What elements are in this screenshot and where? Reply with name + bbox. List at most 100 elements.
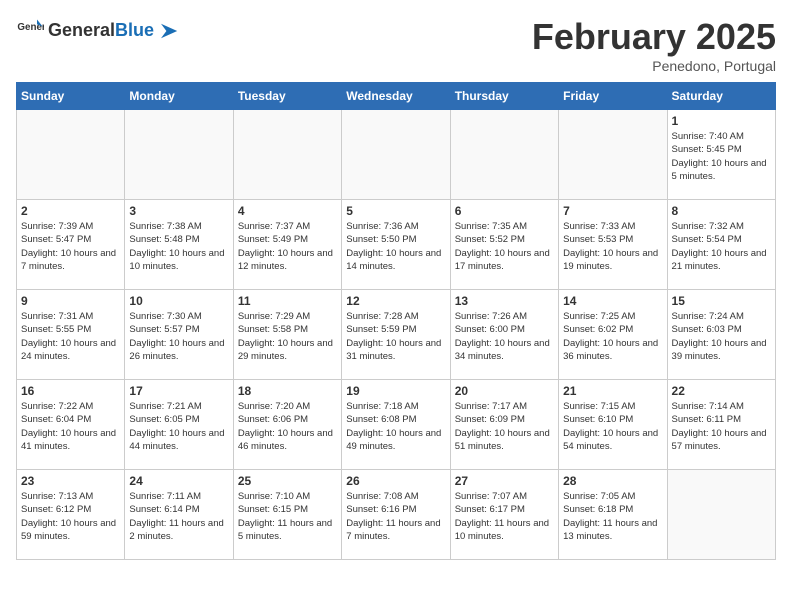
day-info: Sunrise: 7:39 AM Sunset: 5:47 PM Dayligh…	[21, 220, 120, 273]
header-thursday: Thursday	[450, 83, 558, 110]
week-row-4: 23 Sunrise: 7:13 AM Sunset: 6:12 PM Dayli…	[17, 470, 776, 560]
day-cell	[342, 110, 450, 200]
day-cell: 7 Sunrise: 7:33 AM Sunset: 5:53 PM Daylig…	[559, 200, 667, 290]
day-cell	[125, 110, 233, 200]
day-number: 17	[129, 384, 228, 398]
day-info: Sunrise: 7:22 AM Sunset: 6:04 PM Dayligh…	[21, 400, 120, 453]
day-number: 24	[129, 474, 228, 488]
logo-general: General	[48, 20, 115, 40]
day-cell: 22 Sunrise: 7:14 AM Sunset: 6:11 PM Dayli…	[667, 380, 775, 470]
day-cell: 25Sunrise: 7:10 AM Sunset: 6:15 PM Dayli…	[233, 470, 341, 560]
day-number: 28	[563, 474, 662, 488]
day-info: Sunrise: 7:15 AM Sunset: 6:10 PM Dayligh…	[563, 400, 662, 453]
day-number: 4	[238, 204, 337, 218]
day-info: Sunrise: 7:25 AM Sunset: 6:02 PM Dayligh…	[563, 310, 662, 363]
day-cell: 28 Sunrise: 7:05 AM Sunset: 6:18 PM Dayli…	[559, 470, 667, 560]
day-number: 23	[21, 474, 120, 488]
day-info: Sunrise: 7:33 AM Sunset: 5:53 PM Dayligh…	[563, 220, 662, 273]
day-cell: 1 Sunrise: 7:40 AM Sunset: 5:45 PM Daylig…	[667, 110, 775, 200]
day-info: Sunrise: 7:36 AM Sunset: 5:50 PM Dayligh…	[346, 220, 445, 273]
header-row: SundayMondayTuesdayWednesdayThursdayFrid…	[17, 83, 776, 110]
day-cell: 13 Sunrise: 7:26 AM Sunset: 6:00 PM Dayli…	[450, 290, 558, 380]
calendar-subtitle: Penedono, Portugal	[532, 58, 776, 74]
day-cell: 27 Sunrise: 7:07 AM Sunset: 6:17 PM Dayli…	[450, 470, 558, 560]
day-cell: 26Sunrise: 7:08 AM Sunset: 6:16 PM Dayli…	[342, 470, 450, 560]
day-info: Sunrise: 7:18 AM Sunset: 6:08 PM Dayligh…	[346, 400, 445, 453]
day-number: 20	[455, 384, 554, 398]
day-info: Sunrise: 7:07 AM Sunset: 6:17 PM Dayligh…	[455, 490, 554, 543]
logo-icon: General	[16, 16, 44, 44]
day-number: 19	[346, 384, 445, 398]
day-number: 14	[563, 294, 662, 308]
day-info: Sunrise: 7:05 AM Sunset: 6:18 PM Dayligh…	[563, 490, 662, 543]
day-info: Sunrise: 7:29 AM Sunset: 5:58 PM Dayligh…	[238, 310, 337, 363]
day-cell: 2 Sunrise: 7:39 AM Sunset: 5:47 PM Daylig…	[17, 200, 125, 290]
day-info: Sunrise: 7:28 AM Sunset: 5:59 PM Dayligh…	[346, 310, 445, 363]
day-cell: 5Sunrise: 7:36 AM Sunset: 5:50 PM Daylig…	[342, 200, 450, 290]
header-tuesday: Tuesday	[233, 83, 341, 110]
header-saturday: Saturday	[667, 83, 775, 110]
day-number: 3	[129, 204, 228, 218]
day-number: 27	[455, 474, 554, 488]
day-info: Sunrise: 7:31 AM Sunset: 5:55 PM Dayligh…	[21, 310, 120, 363]
logo-arrow-icon	[161, 22, 179, 40]
week-row-1: 2 Sunrise: 7:39 AM Sunset: 5:47 PM Daylig…	[17, 200, 776, 290]
header-wednesday: Wednesday	[342, 83, 450, 110]
day-cell	[559, 110, 667, 200]
day-info: Sunrise: 7:11 AM Sunset: 6:14 PM Dayligh…	[129, 490, 228, 543]
day-number: 18	[238, 384, 337, 398]
day-info: Sunrise: 7:35 AM Sunset: 5:52 PM Dayligh…	[455, 220, 554, 273]
day-info: Sunrise: 7:37 AM Sunset: 5:49 PM Dayligh…	[238, 220, 337, 273]
day-info: Sunrise: 7:26 AM Sunset: 6:00 PM Dayligh…	[455, 310, 554, 363]
day-cell: 20 Sunrise: 7:17 AM Sunset: 6:09 PM Dayli…	[450, 380, 558, 470]
day-info: Sunrise: 7:40 AM Sunset: 5:45 PM Dayligh…	[672, 130, 771, 183]
day-cell: 4 Sunrise: 7:37 AM Sunset: 5:49 PM Daylig…	[233, 200, 341, 290]
day-info: Sunrise: 7:32 AM Sunset: 5:54 PM Dayligh…	[672, 220, 771, 273]
day-info: Sunrise: 7:13 AM Sunset: 6:12 PM Dayligh…	[21, 490, 120, 543]
day-number: 15	[672, 294, 771, 308]
day-info: Sunrise: 7:20 AM Sunset: 6:06 PM Dayligh…	[238, 400, 337, 453]
logo-blue: Blue	[115, 20, 154, 40]
day-cell: 21 Sunrise: 7:15 AM Sunset: 6:10 PM Dayli…	[559, 380, 667, 470]
day-cell: 6Sunrise: 7:35 AM Sunset: 5:52 PM Daylig…	[450, 200, 558, 290]
day-number: 22	[672, 384, 771, 398]
day-cell	[450, 110, 558, 200]
day-cell	[667, 470, 775, 560]
day-cell: 24 Sunrise: 7:11 AM Sunset: 6:14 PM Dayli…	[125, 470, 233, 560]
week-row-3: 16 Sunrise: 7:22 AM Sunset: 6:04 PM Dayli…	[17, 380, 776, 470]
header-friday: Friday	[559, 83, 667, 110]
day-info: Sunrise: 7:21 AM Sunset: 6:05 PM Dayligh…	[129, 400, 228, 453]
week-row-0: 1 Sunrise: 7:40 AM Sunset: 5:45 PM Daylig…	[17, 110, 776, 200]
day-number: 7	[563, 204, 662, 218]
logo: General GeneralBlue	[16, 16, 179, 44]
calendar-table: SundayMondayTuesdayWednesdayThursdayFrid…	[16, 82, 776, 560]
day-cell: 9 Sunrise: 7:31 AM Sunset: 5:55 PM Daylig…	[17, 290, 125, 380]
day-cell: 10Sunrise: 7:30 AM Sunset: 5:57 PM Dayli…	[125, 290, 233, 380]
day-info: Sunrise: 7:14 AM Sunset: 6:11 PM Dayligh…	[672, 400, 771, 453]
day-cell	[233, 110, 341, 200]
day-cell: 19 Sunrise: 7:18 AM Sunset: 6:08 PM Dayli…	[342, 380, 450, 470]
day-cell: 16 Sunrise: 7:22 AM Sunset: 6:04 PM Dayli…	[17, 380, 125, 470]
day-number: 2	[21, 204, 120, 218]
day-number: 13	[455, 294, 554, 308]
day-number: 1	[672, 114, 771, 128]
day-info: Sunrise: 7:08 AM Sunset: 6:16 PM Dayligh…	[346, 490, 445, 543]
calendar-title: February 2025	[532, 16, 776, 58]
day-info: Sunrise: 7:30 AM Sunset: 5:57 PM Dayligh…	[129, 310, 228, 363]
day-cell: 23 Sunrise: 7:13 AM Sunset: 6:12 PM Dayli…	[17, 470, 125, 560]
day-cell: 14 Sunrise: 7:25 AM Sunset: 6:02 PM Dayli…	[559, 290, 667, 380]
day-number: 21	[563, 384, 662, 398]
day-number: 16	[21, 384, 120, 398]
day-number: 11	[238, 294, 337, 308]
day-number: 9	[21, 294, 120, 308]
day-info: Sunrise: 7:24 AM Sunset: 6:03 PM Dayligh…	[672, 310, 771, 363]
day-info: Sunrise: 7:38 AM Sunset: 5:48 PM Dayligh…	[129, 220, 228, 273]
day-cell: 18 Sunrise: 7:20 AM Sunset: 6:06 PM Dayli…	[233, 380, 341, 470]
header-monday: Monday	[125, 83, 233, 110]
day-number: 25	[238, 474, 337, 488]
day-number: 12	[346, 294, 445, 308]
title-block: February 2025 Penedono, Portugal	[532, 16, 776, 74]
day-cell: 3 Sunrise: 7:38 AM Sunset: 5:48 PM Daylig…	[125, 200, 233, 290]
day-cell: 8Sunrise: 7:32 AM Sunset: 5:54 PM Daylig…	[667, 200, 775, 290]
day-info: Sunrise: 7:17 AM Sunset: 6:09 PM Dayligh…	[455, 400, 554, 453]
